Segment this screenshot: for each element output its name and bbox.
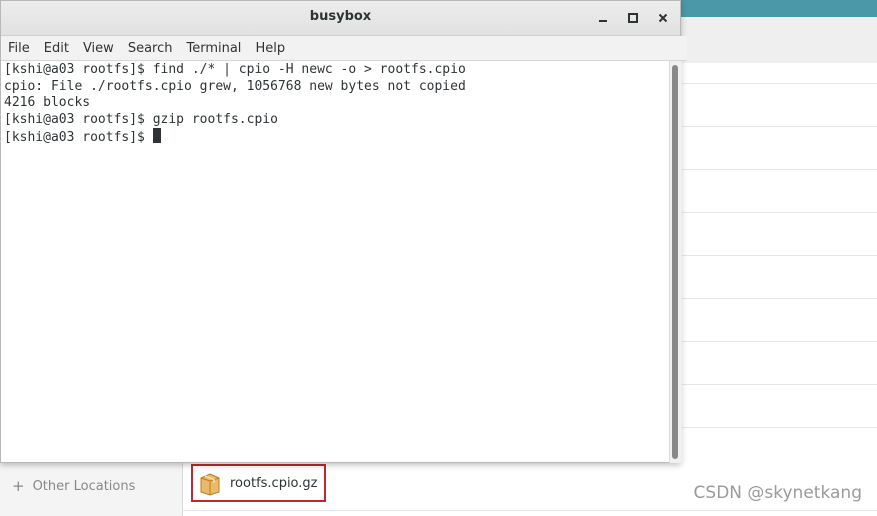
- window-title: busybox: [309, 9, 372, 24]
- maximize-icon: [628, 13, 638, 23]
- terminal-titlebar[interactable]: busybox: [1, 1, 680, 36]
- terminal-prompt: [kshi@a03 rootfs]$: [4, 130, 153, 146]
- terminal-menubar: File Edit View Search Terminal Help: [1, 36, 687, 61]
- terminal-prompt-line: [kshi@a03 rootfs]$: [4, 128, 668, 147]
- file-item-rootfs-cpio-gz[interactable]: rootfs.cpio.gz: [191, 464, 326, 502]
- terminal-window[interactable]: busybox File Edit View Search Terminal H…: [0, 0, 687, 463]
- scrollbar-thumb[interactable]: [672, 65, 678, 459]
- close-button[interactable]: [653, 8, 673, 28]
- terminal-line: 4216 blocks: [4, 95, 91, 111]
- archive-package-icon: [200, 473, 220, 496]
- plus-icon: +: [12, 476, 25, 495]
- close-icon: [658, 13, 668, 23]
- file-name: rootfs.cpio.gz: [230, 475, 318, 491]
- list-divider: [183, 510, 877, 511]
- sidebar-item-label: Other Locations: [32, 478, 136, 494]
- minimize-icon: [599, 14, 607, 22]
- menu-file[interactable]: File: [8, 41, 30, 56]
- terminal-line: cpio: File ./rootfs.cpio grew, 1056768 n…: [4, 78, 466, 94]
- menu-help[interactable]: Help: [255, 41, 285, 56]
- menu-search[interactable]: Search: [128, 41, 173, 56]
- menu-terminal[interactable]: Terminal: [186, 41, 241, 56]
- maximize-button[interactable]: [623, 8, 643, 28]
- terminal-line: [kshi@a03 rootfs]$ find ./* | cpio -H ne…: [4, 62, 466, 77]
- sidebar-item-other-locations[interactable]: + Other Locations: [12, 477, 135, 495]
- menu-edit[interactable]: Edit: [44, 41, 69, 56]
- terminal-line: [kshi@a03 rootfs]$ gzip rootfs.cpio: [4, 111, 278, 127]
- minimize-button[interactable]: [593, 8, 613, 28]
- menu-view[interactable]: View: [83, 41, 114, 56]
- terminal-output[interactable]: [kshi@a03 rootfs]$ find ./* | cpio -H ne…: [4, 62, 668, 462]
- text-cursor: [152, 128, 161, 144]
- watermark: CSDN @skynetkang: [693, 483, 862, 503]
